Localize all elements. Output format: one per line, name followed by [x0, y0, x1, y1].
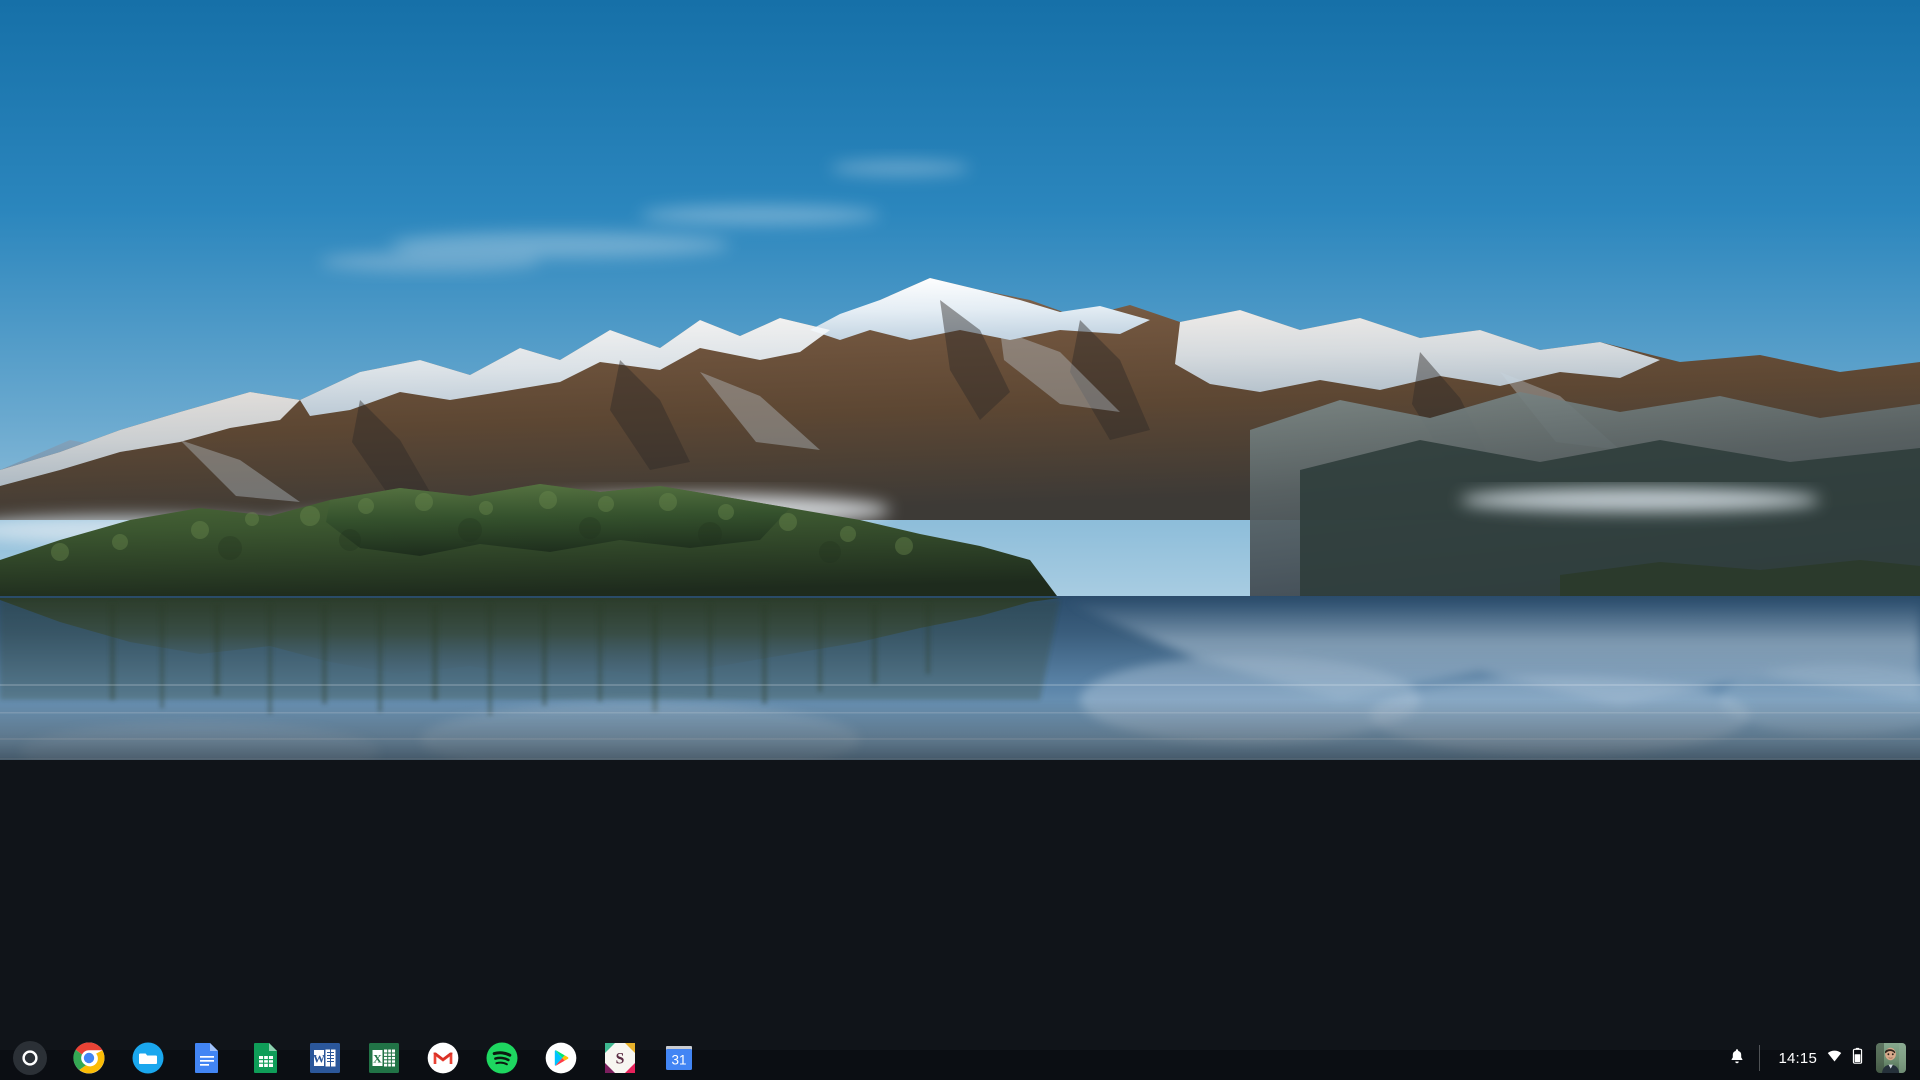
launcher-circle-icon: [12, 1040, 48, 1076]
gmail-icon: [427, 1042, 459, 1074]
svg-text:X: X: [373, 1051, 382, 1065]
shelf-item-chrome[interactable]: [59, 1036, 118, 1080]
excel-icon: X: [368, 1043, 399, 1073]
avatar[interactable]: [1876, 1043, 1906, 1073]
shelf-item-play-store[interactable]: [531, 1036, 590, 1080]
notification-button[interactable]: [1719, 1041, 1755, 1075]
svg-text:W: W: [313, 1051, 325, 1065]
wifi-icon: [1826, 1047, 1843, 1069]
slack-icon: S: [604, 1043, 635, 1073]
shelf-item-google-docs[interactable]: [177, 1036, 236, 1080]
shelf-item-word[interactable]: W: [295, 1036, 354, 1080]
calendar-day-number: 31: [671, 1053, 686, 1068]
google-docs-icon: [193, 1042, 221, 1074]
shelf-item-google-calendar[interactable]: 31: [649, 1036, 708, 1080]
chrome-icon: [72, 1042, 105, 1074]
svg-text:S: S: [615, 1051, 624, 1068]
shelf-item-gmail[interactable]: [413, 1036, 472, 1080]
shelf-pinned-apps: W X S 31: [0, 1036, 708, 1080]
clock: 14:15: [1778, 1049, 1817, 1067]
status-area-button[interactable]: 14:15: [1770, 1041, 1914, 1075]
app-launcher-panel: Search your device, apps, web… G Google …: [0, 760, 1920, 1050]
system-tray: 14:15: [1719, 1036, 1920, 1080]
play-store-icon: [545, 1042, 577, 1074]
google-sheets-icon: [252, 1042, 280, 1074]
spotify-icon: [486, 1042, 518, 1074]
calendar-icon: 31: [664, 1043, 694, 1073]
files-icon: [132, 1042, 164, 1074]
shelf-item-spotify[interactable]: [472, 1036, 531, 1080]
battery-icon: [1852, 1047, 1863, 1070]
word-icon: W: [309, 1043, 340, 1073]
tray-divider: [1759, 1045, 1761, 1071]
shelf-item-slack[interactable]: S: [590, 1036, 649, 1080]
bell-icon: [1728, 1047, 1746, 1070]
launcher-button[interactable]: [0, 1036, 59, 1080]
shelf-item-excel[interactable]: X: [354, 1036, 413, 1080]
shelf-item-files[interactable]: [118, 1036, 177, 1080]
shelf-item-google-sheets[interactable]: [236, 1036, 295, 1080]
